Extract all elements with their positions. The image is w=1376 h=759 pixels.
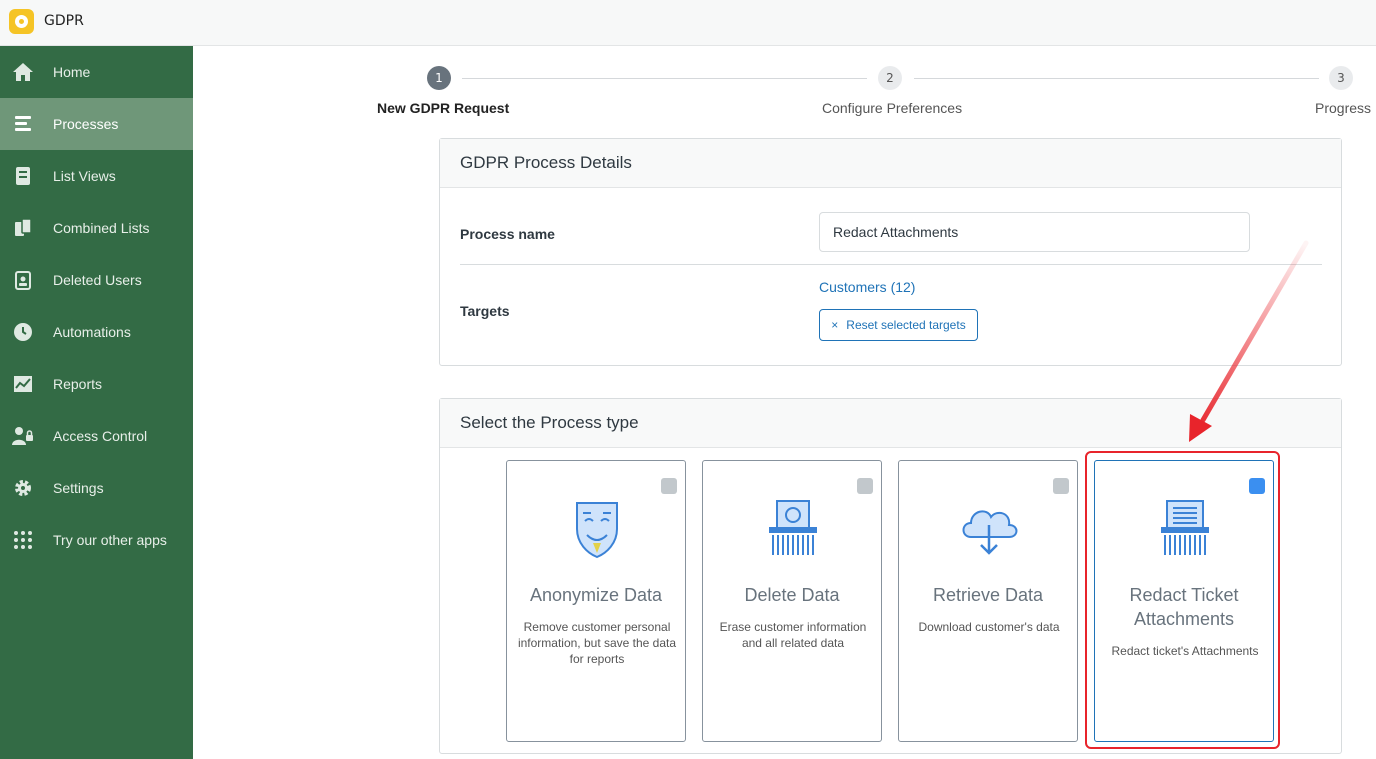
sidebar-item-label: Access Control <box>53 428 148 444</box>
sidebar-item-label: Deleted Users <box>53 272 142 288</box>
app-title: GDPR <box>44 13 84 29</box>
card-checkbox[interactable] <box>1053 478 1069 494</box>
shredder-icon <box>769 500 817 555</box>
sidebar-item-label: Automations <box>53 324 131 340</box>
cloud-download-icon <box>962 510 1018 555</box>
sidebar-item-reports[interactable]: Reports <box>0 358 193 410</box>
sidebar-item-other-apps[interactable]: Try our other apps <box>0 514 193 566</box>
sidebar-item-label: Try our other apps <box>53 532 167 548</box>
combined-lists-icon <box>12 217 34 239</box>
sidebar-item-label: Combined Lists <box>53 220 150 236</box>
step-connector <box>462 78 867 79</box>
process-card-retrieve[interactable]: Retrieve Data Download customer's data <box>898 460 1078 742</box>
processes-icon <box>12 113 34 135</box>
divider <box>460 264 1322 265</box>
sidebar-item-processes[interactable]: Processes <box>0 98 193 150</box>
process-name-label: Process name <box>460 226 555 242</box>
sidebar-item-list-views[interactable]: List Views <box>0 150 193 202</box>
chart-icon <box>12 373 34 395</box>
sidebar-item-automations[interactable]: Automations <box>0 306 193 358</box>
sidebar-item-label: Settings <box>53 480 104 496</box>
step-3-number: 3 <box>1329 66 1353 90</box>
gear-icon <box>12 477 34 499</box>
sidebar-item-label: Processes <box>53 116 119 132</box>
card-title: Delete Data <box>744 585 840 605</box>
step-1-number: 1 <box>427 66 451 90</box>
card-description: Remove customer personal information, bu… <box>517 620 677 666</box>
card-checkbox[interactable] <box>857 478 873 494</box>
process-details-panel: GDPR Process Details Process name Redact… <box>439 138 1342 366</box>
clock-icon <box>12 321 34 343</box>
user-lock-icon <box>12 425 34 447</box>
card-description: Erase customer information and all relat… <box>719 620 867 650</box>
targets-label: Targets <box>460 303 510 319</box>
sidebar-item-settings[interactable]: Settings <box>0 462 193 514</box>
deleted-users-icon <box>12 269 34 291</box>
step-2-label: Configure Preferences <box>822 100 963 116</box>
home-icon <box>12 61 34 83</box>
grid-dots-icon <box>12 529 34 551</box>
step-2-number: 2 <box>878 66 902 90</box>
mask-icon <box>576 502 618 559</box>
process-details-header: GDPR Process Details <box>440 139 1341 188</box>
sidebar-item-label: List Views <box>53 168 116 184</box>
step-1-label: New GDPR Request <box>377 100 510 116</box>
reset-targets-label: Reset selected targets <box>846 318 966 332</box>
step-connector <box>914 78 1319 79</box>
list-views-icon <box>12 165 34 187</box>
sidebar-item-label: Home <box>53 64 91 80</box>
close-icon: × <box>831 318 839 332</box>
sidebar-item-label: Reports <box>53 376 103 392</box>
sidebar-item-combined-lists[interactable]: Combined Lists <box>0 202 193 254</box>
highlight-box <box>1085 451 1280 749</box>
top-bar: GDPR <box>0 0 1376 46</box>
sidebar-item-access-control[interactable]: Access Control <box>0 410 193 462</box>
app-logo-icon <box>9 9 34 34</box>
card-checkbox[interactable] <box>661 478 677 494</box>
process-card-delete[interactable]: Delete Data Erase customer information a… <box>702 460 882 742</box>
sidebar: Home Processes List Views Combined Lists… <box>0 46 193 759</box>
step-3-label: Progress <box>1315 100 1372 116</box>
reset-targets-button[interactable]: × Reset selected targets <box>819 309 978 341</box>
process-type-header: Select the Process type <box>440 399 1341 448</box>
sidebar-item-home[interactable]: Home <box>0 46 193 98</box>
targets-customers-link[interactable]: Customers (12) <box>819 279 915 295</box>
card-description: Download customer's data <box>918 620 1060 634</box>
card-title: Anonymize Data <box>529 585 663 605</box>
card-title: Retrieve Data <box>932 585 1044 605</box>
process-card-anonymize[interactable]: Anonymize Data Remove customer personal … <box>506 460 686 742</box>
sidebar-item-deleted-users[interactable]: Deleted Users <box>0 254 193 306</box>
process-name-input[interactable]: Redact Attachments <box>819 212 1250 252</box>
